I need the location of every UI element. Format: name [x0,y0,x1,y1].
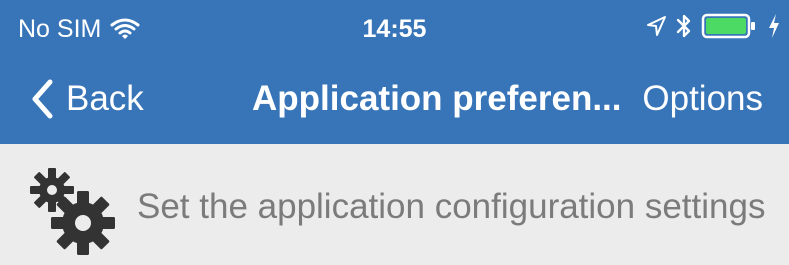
bluetooth-icon [675,13,693,39]
back-button[interactable]: Back [30,75,144,123]
options-button[interactable]: Options [642,75,763,123]
navigation-bar: Back Application preferen... Options [0,58,789,144]
location-arrow-icon [645,15,667,37]
status-icons [645,12,781,40]
charging-icon [767,13,781,39]
content-area: Set the application configuration settin… [0,144,789,264]
app-screen: No SIM 14:55 Back Application preferen..… [0,0,789,264]
back-label: Back [66,79,144,118]
top-bar: No SIM 14:55 Back Application preferen..… [0,0,789,144]
status-bar: No SIM 14:55 [0,0,789,58]
battery-fill [706,18,746,34]
chevron-left-icon [30,79,54,119]
settings-description: Set the application configuration settin… [137,187,766,226]
gears-icon [26,166,120,265]
battery-icon [701,12,759,40]
page-title: Application preferen... [252,79,622,118]
